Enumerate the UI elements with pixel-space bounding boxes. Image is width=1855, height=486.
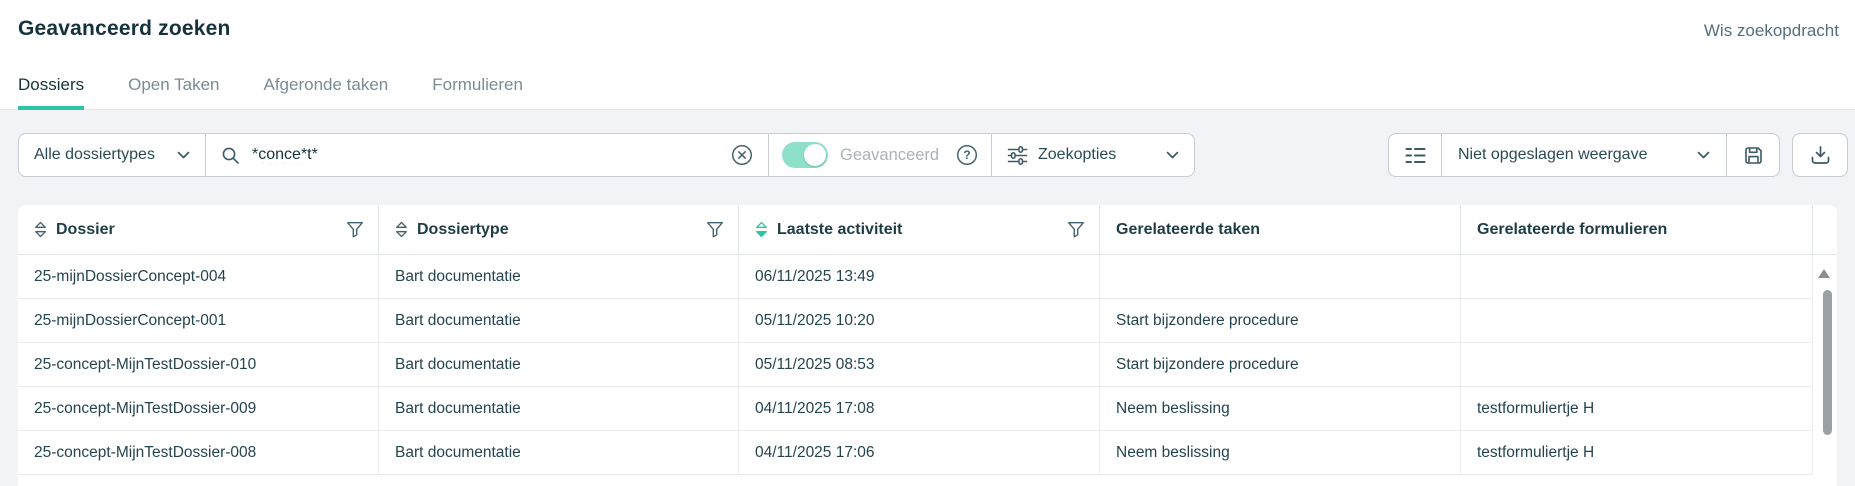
cell-dossier: 25-concept-MijnTestDossier-009	[18, 387, 379, 431]
cell-dossier: 25-concept-MijnTestDossier-008	[18, 431, 379, 475]
column-header-dossiertype[interactable]: Dossiertype	[379, 205, 739, 255]
search-input-value: *conce*t*	[252, 146, 719, 164]
cell-laatste-activiteit: 06/11/2025 13:49	[739, 255, 1100, 299]
view-controls-group: Niet opgeslagen weergave	[1388, 133, 1780, 177]
cell-dossiertype: Bart documentatie	[379, 343, 739, 387]
cell-gerelateerde-taken: Neem beslissing	[1100, 431, 1461, 475]
cell-laatste-activiteit: 04/11/2025 17:06	[739, 431, 1100, 475]
dossiertype-dropdown-value: Alle dossiertypes	[34, 146, 155, 164]
floppy-disk-icon	[1743, 145, 1764, 166]
tab-afgeronde-taken[interactable]: Afgeronde taken	[264, 75, 389, 110]
scrollbar-thumb[interactable]	[1823, 290, 1832, 435]
cell-gerelateerde-formulieren	[1461, 299, 1813, 343]
cell-dossiertype: Bart documentatie	[379, 431, 739, 475]
cell-dossiertype: Bart documentatie	[379, 299, 739, 343]
table-row[interactable]: 25-concept-MijnTestDossier-008Bart docum…	[18, 431, 1837, 475]
scrollbar-gutter-cell	[1813, 431, 1837, 475]
list-rows-icon	[1405, 147, 1426, 164]
column-header-gerelateerde-taken: Gerelateerde taken	[1100, 205, 1461, 255]
cell-dossier: 25-concept-MijnTestDossier-010	[18, 343, 379, 387]
tab-bar: Dossiers Open Taken Afgeronde taken Form…	[18, 75, 523, 110]
column-header-laatste-activiteit[interactable]: Laatste activiteit	[739, 205, 1100, 255]
clear-search-link[interactable]: Wis zoekopdracht	[1704, 21, 1839, 41]
filter-icon[interactable]	[1067, 221, 1085, 238]
cell-laatste-activiteit: 05/11/2025 10:20	[739, 299, 1100, 343]
search-options-label: Zoekopties	[1038, 146, 1116, 164]
column-label: Dossier	[56, 221, 115, 239]
sort-icon[interactable]	[34, 221, 47, 238]
tab-dossiers[interactable]: Dossiers	[18, 75, 84, 110]
column-header-dossier[interactable]: Dossier	[18, 205, 379, 255]
column-label: Gerelateerde formulieren	[1477, 221, 1667, 239]
chevron-down-icon	[177, 151, 190, 159]
table-header-row: Dossier Dossiertype Laatste activiteit G…	[18, 205, 1837, 255]
cell-gerelateerde-taken: Neem beslissing	[1100, 387, 1461, 431]
clear-input-icon[interactable]	[731, 144, 753, 166]
cell-laatste-activiteit: 05/11/2025 08:53	[739, 343, 1100, 387]
help-icon[interactable]: ?	[956, 144, 978, 166]
save-view-button[interactable]	[1727, 134, 1779, 176]
search-options-button[interactable]: Zoekopties	[992, 134, 1194, 176]
cell-gerelateerde-formulieren	[1461, 343, 1813, 387]
cell-gerelateerde-formulieren	[1461, 255, 1813, 299]
scrollbar-gutter-header	[1813, 205, 1837, 255]
header: Geavanceerd zoeken Wis zoekopdracht Doss…	[0, 0, 1855, 110]
table-row[interactable]: 25-mijnDossierConcept-004Bart documentat…	[18, 255, 1837, 299]
view-dropdown[interactable]: Niet opgeslagen weergave	[1442, 134, 1726, 176]
cell-gerelateerde-taken	[1100, 255, 1461, 299]
toolbar: Alle dossiertypes *conce*t*	[18, 133, 1848, 177]
cell-dossiertype: Bart documentatie	[379, 387, 739, 431]
cell-gerelateerde-formulieren: testformuliertje H	[1461, 431, 1813, 475]
column-label: Dossiertype	[417, 221, 509, 239]
search-icon	[221, 146, 240, 165]
table-body: 25-mijnDossierConcept-004Bart documentat…	[18, 255, 1837, 475]
advanced-toggle-label: Geavanceerd	[840, 146, 939, 165]
tab-formulieren[interactable]: Formulieren	[432, 75, 523, 110]
results-table: Dossier Dossiertype Laatste activiteit G…	[18, 205, 1837, 486]
filter-icon[interactable]	[346, 221, 364, 238]
dossiertype-dropdown[interactable]: Alle dossiertypes	[19, 134, 205, 176]
filter-icon[interactable]	[706, 221, 724, 238]
toggle-knob	[804, 144, 826, 166]
svg-text:?: ?	[963, 148, 970, 162]
column-label: Laatste activiteit	[777, 221, 902, 239]
view-dropdown-value: Niet opgeslagen weergave	[1458, 146, 1647, 164]
cell-dossiertype: Bart documentatie	[379, 255, 739, 299]
chevron-down-icon	[1166, 151, 1179, 159]
page-title: Geavanceerd zoeken	[18, 17, 231, 41]
chevron-down-icon	[1697, 151, 1710, 159]
sort-icon[interactable]	[395, 221, 408, 238]
search-bar-group: Alle dossiertypes *conce*t*	[18, 133, 1195, 177]
table-row[interactable]: 25-concept-MijnTestDossier-009Bart docum…	[18, 387, 1837, 431]
export-button[interactable]	[1792, 133, 1848, 177]
misspelled-term: conce	[258, 146, 301, 163]
advanced-toggle[interactable]	[782, 142, 828, 168]
column-label: Gerelateerde taken	[1116, 221, 1260, 239]
view-density-button[interactable]	[1389, 134, 1441, 176]
sliders-icon	[1007, 146, 1028, 165]
search-input[interactable]: *conce*t*	[206, 134, 768, 176]
download-icon	[1810, 145, 1831, 165]
table-row[interactable]: 25-concept-MijnTestDossier-010Bart docum…	[18, 343, 1837, 387]
cell-gerelateerde-formulieren: testformuliertje H	[1461, 387, 1813, 431]
sort-icon[interactable]	[755, 221, 768, 238]
cell-gerelateerde-taken: Start bijzondere procedure	[1100, 299, 1461, 343]
table-row[interactable]: 25-mijnDossierConcept-001Bart documentat…	[18, 299, 1837, 343]
tab-open-taken[interactable]: Open Taken	[128, 75, 219, 110]
content-area: Alle dossiertypes *conce*t*	[0, 110, 1855, 486]
cell-laatste-activiteit: 04/11/2025 17:08	[739, 387, 1100, 431]
scrollbar-up-arrow[interactable]	[1818, 269, 1830, 278]
advanced-search-section: Geavanceerd ?	[769, 134, 991, 176]
cell-gerelateerde-taken: Start bijzondere procedure	[1100, 343, 1461, 387]
cell-dossier: 25-mijnDossierConcept-004	[18, 255, 379, 299]
column-header-gerelateerde-formulieren: Gerelateerde formulieren	[1461, 205, 1813, 255]
cell-dossier: 25-mijnDossierConcept-001	[18, 299, 379, 343]
